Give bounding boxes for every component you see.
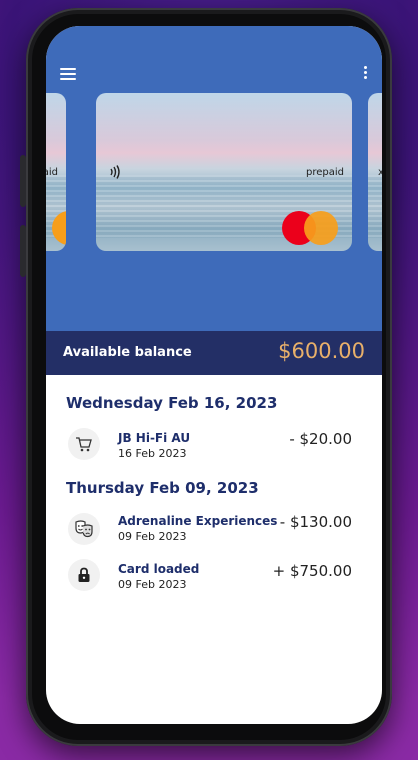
transaction-date: 09 Feb 2023 (118, 578, 187, 591)
card-current[interactable]: prepaid (96, 93, 352, 251)
transaction-merchant: Card loaded (118, 562, 200, 576)
transaction-day-header: Thursday Feb 09, 2023 (66, 479, 259, 497)
transaction-merchant: JB Hi-Fi AU (118, 431, 191, 445)
header-area: aid prepaid x (46, 26, 382, 331)
card-type-label: prepaid (306, 167, 344, 178)
card-label: x (378, 167, 382, 178)
app-screen: aid prepaid x Available balance $600.00 … (46, 26, 382, 724)
transaction-day-header: Wednesday Feb 16, 2023 (66, 394, 278, 412)
mastercard-logo (52, 211, 66, 245)
phone-side-button (20, 225, 26, 277)
transaction-amount: - $20.00 (289, 430, 352, 448)
contactless-icon (108, 165, 124, 183)
phone-side-button (20, 155, 26, 207)
card-label: aid (46, 167, 58, 178)
more-options-icon[interactable] (364, 66, 368, 80)
transaction-date: 16 Feb 2023 (118, 447, 187, 460)
balance-label: Available balance (63, 345, 192, 360)
theater-masks-icon (68, 513, 100, 545)
transaction-date: 09 Feb 2023 (118, 530, 187, 543)
balance-bar: Available balance $600.00 (46, 331, 382, 375)
shopping-cart-icon (68, 428, 100, 460)
hamburger-menu-icon[interactable] (60, 68, 76, 80)
transaction-merchant: Adrenaline Experiences (118, 514, 278, 528)
lock-icon (68, 559, 100, 591)
transaction-amount: - $130.00 (279, 513, 352, 531)
card-next[interactable]: x (368, 93, 382, 251)
transaction-amount: + $750.00 (272, 562, 352, 580)
card-previous[interactable]: aid (46, 93, 66, 251)
mastercard-logo (282, 211, 340, 245)
balance-amount: $600.00 (278, 339, 365, 363)
